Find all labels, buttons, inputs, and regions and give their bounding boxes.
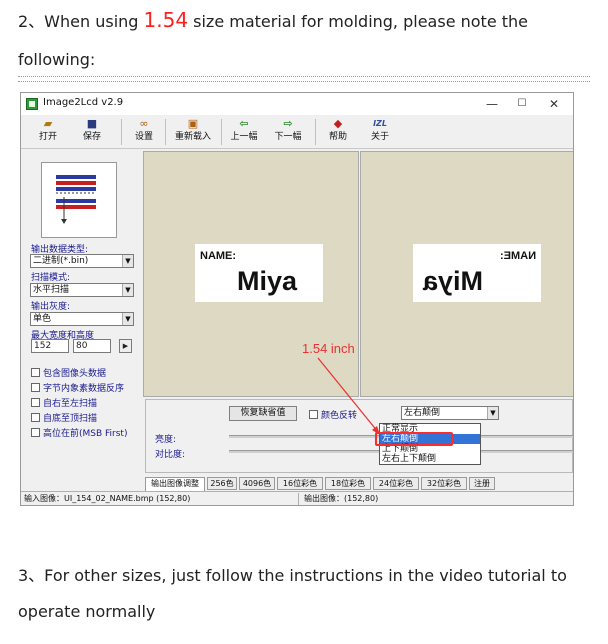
- tab-register[interactable]: 注册: [469, 477, 495, 490]
- tab-output-adjust[interactable]: 输出图像调整: [145, 477, 205, 491]
- output-image-pane: NAME: Miya: [360, 151, 573, 397]
- checkbox-reverse-bits[interactable]: 字节内象素数据反序: [31, 381, 124, 394]
- checkbox-include-header[interactable]: 包含图像头数据: [31, 366, 106, 379]
- tab-32bit-color[interactable]: 32位彩色: [421, 477, 467, 490]
- output-gray-label: 输出灰度:: [31, 302, 71, 312]
- checkbox-bottom-to-top[interactable]: 自底至顶扫描: [31, 411, 97, 424]
- save-disk-icon: ■: [86, 117, 98, 130]
- chevron-down-icon: ▼: [122, 255, 133, 267]
- highlight-box: [375, 432, 453, 446]
- checkbox-msb-first[interactable]: 高位在前(MSB First): [31, 426, 127, 439]
- app-logo-icon: [26, 98, 38, 110]
- title-bar: Image2Lcd v2.9 — ☐ ✕: [21, 93, 573, 115]
- toolbar-save-button[interactable]: ■ 保存: [79, 117, 105, 147]
- contrast-label: 对比度:: [155, 450, 186, 460]
- toolbar-about-button[interactable]: IZL 关于: [367, 117, 393, 147]
- window-title: Image2Lcd v2.9: [43, 97, 124, 108]
- scan-mode-label: 扫描模式:: [31, 273, 71, 283]
- toolbar-settings-button[interactable]: ∞ 设置: [131, 117, 157, 147]
- input-label-image: NAME: Miya: [195, 244, 323, 302]
- toolbar-prev-button[interactable]: ⇦ 上一幅: [227, 117, 261, 147]
- toolbar: ▰ 打开 ■ 保存 ∞ 设置 ▣ 重新载入 ⇦ 上一幅 ⇨ 下一幅 ◆ 帮助 I…: [21, 115, 573, 149]
- status-input-image: 输入图像：UI_154_02_NAME.bmp (152,80): [21, 493, 299, 505]
- status-bar: 输入图像：UI_154_02_NAME.bmp (152,80) 输出图像：(1…: [21, 491, 573, 505]
- tab-256-color[interactable]: 256色: [207, 477, 237, 490]
- help-icon: ◆: [333, 117, 343, 130]
- tab-18bit-color[interactable]: 18位彩色: [325, 477, 371, 490]
- doc-divider: [18, 76, 590, 77]
- tab-16bit-color[interactable]: 16位彩色: [277, 477, 323, 490]
- close-button[interactable]: ✕: [539, 93, 569, 115]
- scan-preview-image: [41, 162, 117, 238]
- tab-24bit-color[interactable]: 24位彩色: [373, 477, 419, 490]
- tab-bar: 输出图像调整 256色 4096色 16位彩色 18位彩色 24位彩色 32位彩…: [143, 477, 573, 491]
- toolbar-help-button[interactable]: ◆ 帮助: [325, 117, 351, 147]
- output-gray-select[interactable]: 单色 ▼: [30, 312, 134, 326]
- size-highlight: 1.54: [143, 8, 189, 32]
- settings-panel: 输出数据类型: 二进制(*.bin) ▼ 扫描模式: 水平扫描 ▼ 输出灰度: …: [21, 150, 143, 490]
- output-label-image: NAME: Miya: [413, 244, 541, 302]
- size-annotation: 1.54 inch: [302, 341, 355, 356]
- doc-step-3-line: 3、For other sizes, just follow the instr…: [18, 566, 567, 585]
- toolbar-separator: [221, 119, 222, 145]
- flip-mode-select[interactable]: 左右颠倒 ▼: [401, 406, 499, 420]
- adjust-panel: 恢复缺省值 颜色反转 左右颠倒 ▼ 亮度: 对比度:: [143, 397, 573, 477]
- chevron-down-icon: ▼: [487, 407, 498, 419]
- flip-option-both[interactable]: 左右上下颠倒: [380, 454, 480, 464]
- toolbar-next-button[interactable]: ⇨ 下一幅: [271, 117, 305, 147]
- glasses-settings-icon: ∞: [139, 117, 149, 130]
- chevron-down-icon: ▼: [122, 284, 133, 296]
- doc-step-3-continuation: operate normally: [18, 602, 156, 621]
- doc-step-2-continuation: following:: [18, 50, 96, 69]
- max-width-input[interactable]: 152: [31, 339, 69, 353]
- apply-size-button[interactable]: ▶: [119, 339, 132, 353]
- tab-4096-color[interactable]: 4096色: [239, 477, 275, 490]
- about-logo-icon: IZL: [373, 119, 387, 128]
- arrow-left-icon: ⇦: [239, 117, 249, 130]
- toolbar-reload-button[interactable]: ▣ 重新载入: [171, 117, 215, 147]
- doc-step-2-line: 2、When using 1.54 size material for mold…: [18, 8, 529, 32]
- open-folder-icon: ▰: [43, 117, 53, 130]
- output-type-select[interactable]: 二进制(*.bin) ▼: [30, 254, 134, 268]
- arrow-right-icon: ⇨: [283, 117, 293, 130]
- brightness-label: 亮度:: [155, 435, 177, 445]
- checkbox-right-to-left[interactable]: 自右至左扫描: [31, 396, 97, 409]
- toolbar-separator: [315, 119, 316, 145]
- reload-icon: ▣: [187, 117, 199, 130]
- restore-defaults-button[interactable]: 恢复缺省值: [229, 406, 297, 421]
- minimize-button[interactable]: —: [477, 93, 507, 115]
- max-height-input[interactable]: 80: [73, 339, 111, 353]
- scan-direction-diagram: [56, 175, 96, 224]
- toolbar-separator: [165, 119, 166, 145]
- scan-mode-select[interactable]: 水平扫描 ▼: [30, 283, 134, 297]
- toolbar-separator: [121, 119, 122, 145]
- image2lcd-window: Image2Lcd v2.9 — ☐ ✕ ▰ 打开 ■ 保存 ∞ 设置 ▣ 重新…: [20, 92, 574, 506]
- checkbox-invert-color[interactable]: 颜色反转: [309, 408, 357, 421]
- doc-divider: [18, 81, 590, 82]
- status-output-image: 输出图像：(152,80): [304, 494, 379, 503]
- chevron-down-icon: ▼: [122, 313, 133, 325]
- toolbar-open-button[interactable]: ▰ 打开: [35, 117, 61, 147]
- maximize-button[interactable]: ☐: [507, 93, 537, 115]
- input-image-pane: NAME: Miya: [143, 151, 359, 397]
